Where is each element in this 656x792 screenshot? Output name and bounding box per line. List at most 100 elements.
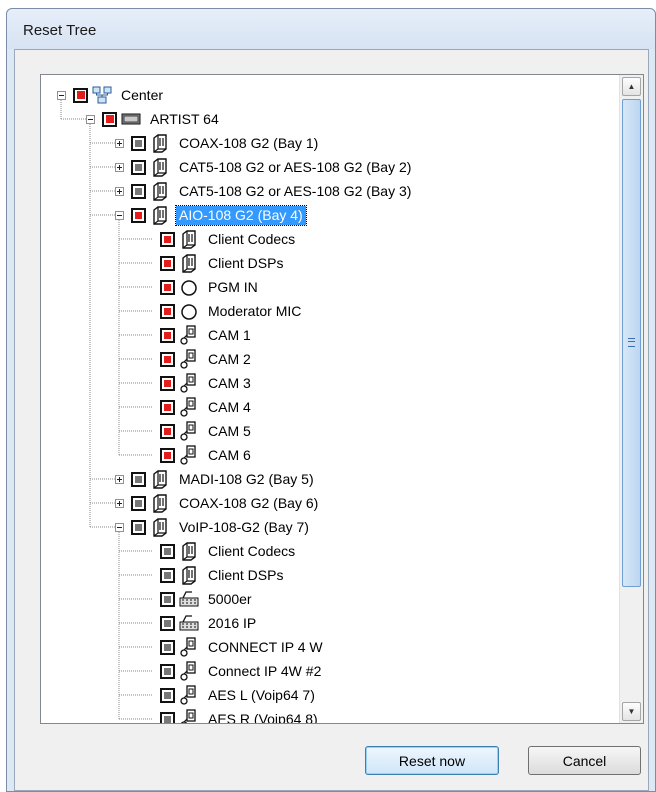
tree-item[interactable]: AIO-108 G2 (Bay 4) — [115, 204, 307, 226]
tree-item-checkbox[interactable] — [131, 159, 146, 175]
tree-item[interactable]: COAX-108 G2 (Bay 1) — [115, 132, 321, 154]
tree-item-label[interactable]: Client DSPs — [205, 254, 286, 273]
expand-icon[interactable] — [115, 474, 124, 484]
title-bar[interactable]: Reset Tree — [7, 9, 655, 49]
tree-item-label[interactable]: 2016 IP — [205, 614, 259, 633]
tree-view[interactable]: Center ARTIST 64 COAX-108 G2 (Bay 1) CAT5-1… — [40, 74, 644, 724]
tree-item[interactable]: MADI-108 G2 (Bay 5) — [115, 468, 317, 490]
tree-item[interactable]: CAM 1 — [144, 324, 254, 346]
tree-item-label[interactable]: AES L (Voip64 7) — [205, 686, 318, 705]
tree-item-checkbox[interactable] — [131, 183, 146, 199]
tree-item-checkbox[interactable] — [131, 519, 146, 535]
tree-item[interactable]: CONNECT IP 4 W — [144, 636, 326, 658]
reset-now-button[interactable]: Reset now — [365, 746, 499, 775]
tree-item[interactable]: CAT5-108 G2 or AES-108 G2 (Bay 2) — [115, 156, 414, 178]
tree-item-label[interactable]: ARTIST 64 — [147, 110, 222, 129]
tree-item-label[interactable]: CAT5-108 G2 or AES-108 G2 (Bay 3) — [176, 182, 414, 201]
tree-item-checkbox[interactable] — [102, 111, 117, 127]
tree-item-checkbox[interactable] — [160, 687, 175, 703]
tree-item-label[interactable]: CAT5-108 G2 or AES-108 G2 (Bay 2) — [176, 158, 414, 177]
tree-item[interactable]: Client Codecs — [144, 228, 298, 250]
tree-item-checkbox[interactable] — [131, 495, 146, 511]
tree-item-checkbox[interactable] — [160, 351, 175, 367]
tree-item[interactable]: AES L (Voip64 7) — [144, 684, 318, 706]
tree-item[interactable]: Moderator MIC — [144, 300, 304, 322]
cancel-button[interactable]: Cancel — [528, 746, 641, 775]
scroll-thumb[interactable] — [622, 99, 641, 587]
tree-item-checkbox[interactable] — [160, 567, 175, 583]
card-icon — [179, 541, 199, 561]
tree-item-label[interactable]: Connect IP 4W #2 — [205, 662, 324, 681]
tree-item[interactable]: ARTIST 64 — [86, 108, 222, 130]
vertical-scrollbar[interactable]: ▲ ▼ — [619, 75, 643, 723]
tree-item-checkbox[interactable] — [131, 135, 146, 151]
tree-item[interactable]: Client Codecs — [144, 540, 298, 562]
tree-item[interactable]: 5000er — [144, 588, 255, 610]
tree-item[interactable]: Client DSPs — [144, 252, 286, 274]
expand-icon[interactable] — [115, 138, 124, 148]
collapse-icon[interactable] — [86, 114, 95, 124]
tree-item-label[interactable]: PGM IN — [205, 278, 261, 297]
tree-item[interactable]: Center — [57, 84, 166, 106]
tree-item-checkbox[interactable] — [160, 639, 175, 655]
tree-item[interactable]: VoIP-108-G2 (Bay 7) — [115, 516, 312, 538]
tree-item-label[interactable]: Moderator MIC — [205, 302, 304, 321]
tree-item-label[interactable]: VoIP-108-G2 (Bay 7) — [176, 518, 312, 537]
collapse-icon[interactable] — [115, 210, 124, 220]
tree-item[interactable]: CAM 3 — [144, 372, 254, 394]
tree-item[interactable]: CAM 4 — [144, 396, 254, 418]
tree-item-checkbox[interactable] — [73, 87, 88, 103]
tree-item-checkbox[interactable] — [160, 711, 175, 723]
tree-item-label[interactable]: AIO-108 G2 (Bay 4) — [175, 204, 307, 226]
tree-item-label[interactable]: CAM 2 — [205, 350, 254, 369]
tree-item-checkbox[interactable] — [160, 279, 175, 295]
tree-item[interactable]: Connect IP 4W #2 — [144, 660, 324, 682]
tree-item-label[interactable]: CAM 5 — [205, 422, 254, 441]
tree-item-checkbox[interactable] — [160, 255, 175, 271]
tree-item[interactable]: CAM 5 — [144, 420, 254, 442]
tree-item[interactable]: CAM 6 — [144, 444, 254, 466]
tree-item[interactable]: 2016 IP — [144, 612, 259, 634]
card-icon — [179, 229, 199, 249]
expand-icon[interactable] — [115, 162, 124, 172]
tree-item-label[interactable]: Client DSPs — [205, 566, 286, 585]
tree-item[interactable]: CAT5-108 G2 or AES-108 G2 (Bay 3) — [115, 180, 414, 202]
tree-item[interactable]: Client DSPs — [144, 564, 286, 586]
tree-item[interactable]: AES R (Voip64 8) — [144, 708, 321, 723]
tree-item-label[interactable]: MADI-108 G2 (Bay 5) — [176, 470, 317, 489]
tree-item-label[interactable]: Client Codecs — [205, 542, 298, 561]
tree-item-checkbox[interactable] — [160, 663, 175, 679]
collapse-icon[interactable] — [57, 90, 66, 100]
tree-item[interactable]: PGM IN — [144, 276, 261, 298]
tree-item-label[interactable]: CAM 3 — [205, 374, 254, 393]
tree-item-label[interactable]: CAM 6 — [205, 446, 254, 465]
tree-item-checkbox[interactable] — [160, 447, 175, 463]
tree-item-label[interactable]: CONNECT IP 4 W — [205, 638, 326, 657]
tree-item-label[interactable]: CAM 4 — [205, 398, 254, 417]
tree-item-label[interactable]: Client Codecs — [205, 230, 298, 249]
tree-item-label[interactable]: AES R (Voip64 8) — [205, 710, 321, 724]
collapse-icon[interactable] — [115, 522, 124, 532]
tree-item-checkbox[interactable] — [131, 207, 146, 223]
tree-item-checkbox[interactable] — [160, 231, 175, 247]
tree-item[interactable]: CAM 2 — [144, 348, 254, 370]
tree-item-label[interactable]: CAM 1 — [205, 326, 254, 345]
tree-item-checkbox[interactable] — [160, 591, 175, 607]
tree-item-checkbox[interactable] — [131, 471, 146, 487]
scroll-up-button[interactable]: ▲ — [622, 77, 641, 96]
tree-item-checkbox[interactable] — [160, 375, 175, 391]
tree-item-label[interactable]: COAX-108 G2 (Bay 6) — [176, 494, 321, 513]
tree-item-checkbox[interactable] — [160, 303, 175, 319]
tree-item-label[interactable]: 5000er — [205, 590, 255, 609]
scroll-down-button[interactable]: ▼ — [622, 702, 641, 721]
tree-item-checkbox[interactable] — [160, 543, 175, 559]
tree-item-label[interactable]: COAX-108 G2 (Bay 1) — [176, 134, 321, 153]
tree-item-label[interactable]: Center — [118, 86, 166, 105]
expand-icon[interactable] — [115, 498, 124, 508]
tree-item-checkbox[interactable] — [160, 399, 175, 415]
tree-item[interactable]: COAX-108 G2 (Bay 6) — [115, 492, 321, 514]
expand-icon[interactable] — [115, 186, 124, 196]
tree-item-checkbox[interactable] — [160, 423, 175, 439]
tree-item-checkbox[interactable] — [160, 615, 175, 631]
tree-item-checkbox[interactable] — [160, 327, 175, 343]
